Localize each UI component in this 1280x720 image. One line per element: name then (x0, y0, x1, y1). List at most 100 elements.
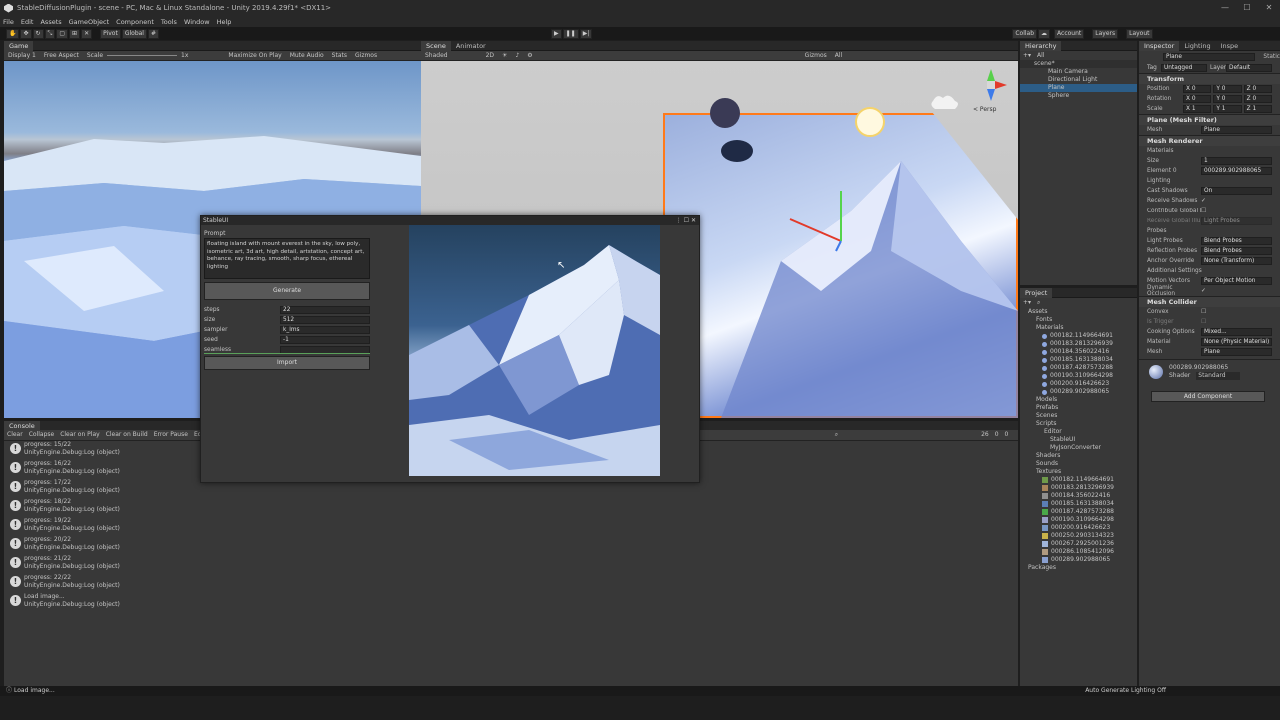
convex-checkbox[interactable]: ☐ (1201, 309, 1206, 315)
play-icon[interactable]: ▶ (551, 28, 562, 39)
rotate-tool-icon[interactable]: ↻ (32, 28, 44, 39)
stats-toggle[interactable]: Stats (332, 51, 347, 61)
minimize-icon[interactable]: — (1214, 0, 1236, 16)
step-icon[interactable]: ▶| (579, 28, 593, 39)
mode-2d-toggle[interactable]: 2D (486, 51, 494, 61)
mesh-filter-header[interactable]: Plane (Mesh Filter) (1139, 114, 1280, 125)
maximize-on-play-toggle[interactable]: Maximize On Play (228, 51, 281, 61)
scale-y[interactable]: Y 1 (1213, 105, 1242, 113)
collider-material-field[interactable]: None (Physic Material) (1201, 338, 1272, 346)
material-name[interactable]: 000289.902988065 (1169, 364, 1240, 372)
generated-image-preview[interactable] (409, 225, 660, 476)
collider-mesh-field[interactable]: Plane (1201, 348, 1272, 356)
generate-button[interactable]: Generate (204, 282, 370, 300)
receive-shadows-checkbox[interactable]: ✓ (1201, 198, 1206, 204)
receive-gi-dropdown[interactable]: Light Probes (1201, 217, 1272, 225)
folder-item[interactable]: Models (1020, 396, 1137, 404)
menu-assets[interactable]: Assets (40, 18, 61, 26)
material-item[interactable]: 000182.1149664691 (1020, 332, 1137, 340)
rotation-z[interactable]: Z 0 (1243, 95, 1272, 103)
mesh-field[interactable]: Plane (1201, 126, 1272, 134)
material-item[interactable]: 000200.916426623 (1020, 380, 1137, 388)
material-item[interactable]: 000185.1631388034 (1020, 356, 1137, 364)
persp-label[interactable]: < Persp (973, 106, 996, 113)
layer-dropdown[interactable]: Default (1226, 64, 1272, 72)
tab-lighting[interactable]: Lighting (1179, 41, 1215, 51)
dynamic-occ-checkbox[interactable]: ✓ (1201, 288, 1206, 294)
scene-search-field[interactable]: All (835, 51, 842, 61)
hand-tool-icon[interactable]: ✋ (6, 28, 20, 39)
additional-foldout[interactable]: Additional Settings (1139, 266, 1280, 276)
folder-item[interactable]: Sounds (1020, 460, 1137, 468)
texture-item[interactable]: 000286.1085412096 (1020, 548, 1137, 556)
lighting-foldout[interactable]: Lighting (1139, 176, 1280, 186)
light-probes-dropdown[interactable]: Blend Probes (1201, 237, 1272, 245)
texture-item[interactable]: 000183.2813296939 (1020, 484, 1137, 492)
script-stableui[interactable]: StableUI (1020, 436, 1137, 444)
menu-file[interactable]: File (3, 18, 14, 26)
hierarchy-scene-root[interactable]: scene* (1020, 60, 1137, 68)
transform-tool-icon[interactable]: ⊞ (69, 28, 81, 39)
clear-on-build-toggle[interactable]: Clear on Build (106, 430, 148, 440)
shader-dropdown[interactable]: Standard (1196, 371, 1240, 380)
global-button[interactable]: Global (121, 28, 147, 39)
menu-edit[interactable]: Edit (21, 18, 34, 26)
texture-item[interactable]: 000200.916426623 (1020, 524, 1137, 532)
cloud-icon[interactable]: ☁ (1038, 28, 1051, 39)
menu-tools[interactable]: Tools (161, 18, 177, 26)
menu-gameobject[interactable]: GameObject (69, 18, 110, 26)
script-jsonconverter[interactable]: MyJsonConverter (1020, 444, 1137, 452)
hierarchy-add-icon[interactable]: +▾ (1023, 52, 1031, 60)
scene-gizmos-dropdown[interactable]: Gizmos (805, 51, 827, 61)
folder-fonts[interactable]: Fonts (1020, 316, 1137, 324)
close-icon[interactable]: ✕ (1258, 0, 1280, 16)
console-log-entry[interactable]: ! progress: 22/22 UnityEngine.Debug:Log (o… (4, 574, 1018, 593)
project-add-icon[interactable]: +▾ (1023, 299, 1031, 307)
hierarchy-search[interactable]: All (1037, 52, 1044, 60)
folder-item[interactable]: Textures (1020, 468, 1137, 476)
scale-z[interactable]: Z 1 (1243, 105, 1272, 113)
clear-on-play-toggle[interactable]: Clear on Play (60, 430, 100, 440)
console-log-entry[interactable]: ! progress: 19/22 UnityEngine.Debug:Log (o… (4, 517, 1018, 536)
log-count[interactable]: 26 (981, 430, 989, 440)
project-search-icon[interactable]: ⌕ (1037, 299, 1040, 307)
import-button[interactable]: Import (204, 356, 370, 370)
tab-inspector[interactable]: Inspector (1139, 40, 1180, 51)
mesh-renderer-header[interactable]: Mesh Renderer (1139, 135, 1280, 146)
material-item[interactable]: 000184.356022416 (1020, 348, 1137, 356)
texture-item[interactable]: 000190.3109664298 (1020, 516, 1137, 524)
grid-snap-icon[interactable]: # (147, 28, 159, 39)
folder-assets[interactable]: Assets (1020, 308, 1137, 316)
rect-tool-icon[interactable]: ▢ (56, 28, 69, 39)
materials-foldout[interactable]: Materials (1139, 146, 1280, 156)
hierarchy-item[interactable]: Main Camera (1020, 68, 1137, 76)
audio-toggle-icon[interactable]: ♪ (515, 51, 519, 61)
field-input-sampler[interactable]: k_lms (280, 326, 370, 334)
position-z[interactable]: Z 0 (1243, 85, 1272, 93)
cast-shadows-dropdown[interactable]: On (1201, 187, 1272, 195)
account-dropdown[interactable]: Account (1054, 28, 1085, 39)
maximize-icon[interactable]: ☐ (1236, 0, 1258, 16)
folder-editor[interactable]: Editor (1020, 428, 1137, 436)
size-field[interactable]: 1 (1201, 157, 1272, 165)
error-pause-toggle[interactable]: Error Pause (154, 430, 188, 440)
layout-dropdown[interactable]: Layout (1126, 28, 1153, 39)
material-item[interactable]: 000190.3109664298 (1020, 372, 1137, 380)
material-item[interactable]: 000187.4287573288 (1020, 364, 1137, 372)
contribute-gi-checkbox[interactable]: ☐ (1201, 208, 1206, 214)
object-name-field[interactable]: Plane (1163, 53, 1256, 61)
rotation-x[interactable]: X 0 (1183, 95, 1212, 103)
element0-field[interactable]: 000289.902988065 (1201, 167, 1272, 175)
anchor-field[interactable]: None (Transform) (1201, 257, 1272, 265)
console-search-icon[interactable]: ⌕ (835, 430, 838, 440)
position-y[interactable]: Y 0 (1213, 85, 1242, 93)
position-x[interactable]: X 0 (1183, 85, 1212, 93)
tab-inspector-2[interactable]: Inspe (1216, 41, 1244, 51)
error-count[interactable]: 0 (1005, 430, 1009, 440)
hierarchy-item[interactable]: Directional Light (1020, 76, 1137, 84)
tab-console[interactable]: Console (4, 420, 40, 431)
window-menu-icon[interactable]: ⋮ ☐ ✕ (676, 216, 696, 225)
status-lighting[interactable]: Auto Generate Lighting Off (1085, 686, 1166, 696)
folder-item[interactable]: Shaders (1020, 452, 1137, 460)
motion-dropdown[interactable]: Per Object Motion (1201, 277, 1272, 285)
